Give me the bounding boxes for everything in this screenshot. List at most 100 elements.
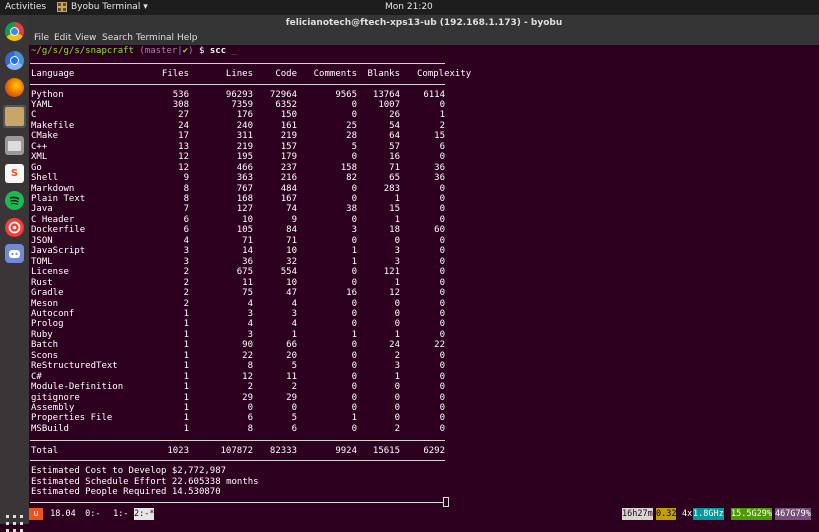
- cell-language: Shell: [31, 173, 59, 184]
- app-menu-label: Byobu Terminal: [71, 2, 141, 12]
- chrome-icon[interactable]: [5, 22, 24, 41]
- byobu-terminal-icon[interactable]: [3, 105, 26, 128]
- cell-lines: 168: [236, 194, 253, 204]
- menu-view[interactable]: View: [75, 33, 96, 43]
- spotify-icon[interactable]: [5, 191, 24, 210]
- cell-language: Total: [31, 446, 59, 456]
- menu-file[interactable]: File: [34, 33, 49, 43]
- window-title: felicianotech@ftech-xps13-ub (192.168.1.…: [285, 18, 563, 28]
- files-icon[interactable]: [5, 136, 24, 155]
- cell-files: 1: [183, 361, 189, 372]
- cell-code: 179: [280, 152, 297, 163]
- cell-complexity: 0: [439, 413, 445, 424]
- cell-complexity: 36: [434, 162, 445, 173]
- cell-code: 32: [286, 256, 297, 267]
- menu-search[interactable]: Search: [102, 33, 133, 43]
- cell-lines: 466: [236, 162, 253, 173]
- cell-language: Plain Text: [31, 194, 86, 204]
- discord-icon[interactable]: [5, 244, 24, 263]
- cell-code: 2: [291, 382, 297, 393]
- cell-blanks: 3: [394, 256, 400, 267]
- cell-blanks: 1: [394, 277, 400, 288]
- cell-comments: 28: [346, 131, 357, 142]
- cell-lines: 675: [236, 267, 253, 278]
- pocket-casts-icon[interactable]: [5, 218, 24, 237]
- cell-files: 1: [183, 403, 189, 413]
- menu-terminal[interactable]: Terminal: [136, 33, 174, 43]
- window-titlebar[interactable]: felicianotech@ftech-xps13-ub (192.168.1.…: [29, 15, 819, 32]
- cell-lines: 127: [236, 204, 253, 215]
- cell-blanks: 3: [394, 361, 400, 372]
- cell-files: 2: [183, 267, 189, 278]
- cell-blanks: 64: [389, 131, 400, 142]
- cell-lines: 11: [242, 277, 253, 288]
- cell-files: 1: [183, 340, 189, 351]
- chromium-icon[interactable]: [5, 51, 24, 70]
- cell-code: 66: [286, 340, 297, 351]
- snapcraft-icon[interactable]: S: [5, 164, 24, 183]
- cell-code: 29: [286, 392, 297, 403]
- app-menu-button[interactable]: Byobu Terminal ▾: [71, 2, 148, 13]
- prompt-branch: (master|: [133, 46, 183, 56]
- cell-blanks: 0: [394, 382, 400, 393]
- menu-edit[interactable]: Edit: [54, 33, 71, 43]
- divider: [30, 502, 443, 503]
- cell-lines: 767: [236, 183, 253, 194]
- cell-lines: 6: [247, 413, 253, 424]
- cell-comments: 0: [351, 267, 357, 278]
- cell-code: 219: [280, 131, 297, 142]
- firefox-icon[interactable]: [5, 78, 24, 97]
- cell-files: 1: [183, 392, 189, 403]
- cell-blanks: 1: [394, 371, 400, 382]
- cell-files: 3: [183, 246, 189, 257]
- cell-language: C: [31, 110, 37, 121]
- cell-blanks: 0: [394, 413, 400, 424]
- table-rule-header: [30, 84, 445, 85]
- activities-button[interactable]: Activities: [5, 2, 46, 13]
- cell-complexity: 0: [439, 298, 445, 309]
- menu-help[interactable]: Help: [177, 33, 198, 43]
- terminal-output[interactable]: ~/g/s/g/s/snapcraft (master|✔) $ scc _ L…: [29, 45, 819, 508]
- cell-complexity: 0: [439, 403, 445, 413]
- cell-language: Language: [31, 69, 75, 79]
- cell-comments: 0: [351, 235, 357, 246]
- window-tab-2-active[interactable]: 2:-*: [134, 508, 155, 520]
- cell-complexity: 6292: [423, 446, 445, 456]
- cell-files: 1: [183, 308, 189, 319]
- cell-files: 2: [183, 288, 189, 299]
- cell-code: 6: [291, 423, 297, 434]
- cell-code: 554: [280, 267, 297, 278]
- cell-blanks: 12: [389, 288, 400, 299]
- cell-lines: 105: [236, 225, 253, 236]
- cell-files: 4: [183, 235, 189, 246]
- cell-blanks: 0: [394, 392, 400, 403]
- cell-comments: 3: [351, 225, 357, 236]
- prompt-path: ~/g/s/g/s/snapcraft: [31, 46, 134, 56]
- cell-language: Scons: [31, 350, 59, 361]
- clock[interactable]: Mon 21:20: [385, 2, 433, 13]
- cell-files: 7: [183, 204, 189, 215]
- dock: S: [0, 15, 29, 532]
- estimate-cost: Estimated Cost to Develop $2,772,987: [31, 466, 227, 476]
- cell-complexity: 0: [439, 371, 445, 382]
- cell-code: 216: [280, 173, 297, 184]
- cell-language: XML: [31, 152, 48, 163]
- cell-code: 167: [280, 194, 297, 204]
- cell-comments: 0: [351, 99, 357, 110]
- cell-language: Prolog: [31, 319, 64, 330]
- cell-comments: 0: [351, 298, 357, 309]
- window-tab-1[interactable]: 1:-: [108, 508, 134, 520]
- cell-complexity: 36: [434, 173, 445, 184]
- cell-code: 3: [291, 308, 297, 319]
- cell-code: 10: [286, 277, 297, 288]
- cell-comments: 9565: [335, 89, 357, 100]
- cell-language: Autoconf: [31, 308, 75, 319]
- cell-files: 13: [178, 141, 189, 152]
- cell-code: Code: [275, 69, 297, 79]
- cell-lines: 29: [242, 392, 253, 403]
- cell-files: 3: [183, 256, 189, 267]
- load-average-badge: 0.32: [656, 508, 677, 520]
- cell-language: Java: [31, 204, 53, 215]
- cell-files: 6: [183, 214, 189, 225]
- window-tab-0[interactable]: 0:-: [80, 508, 106, 520]
